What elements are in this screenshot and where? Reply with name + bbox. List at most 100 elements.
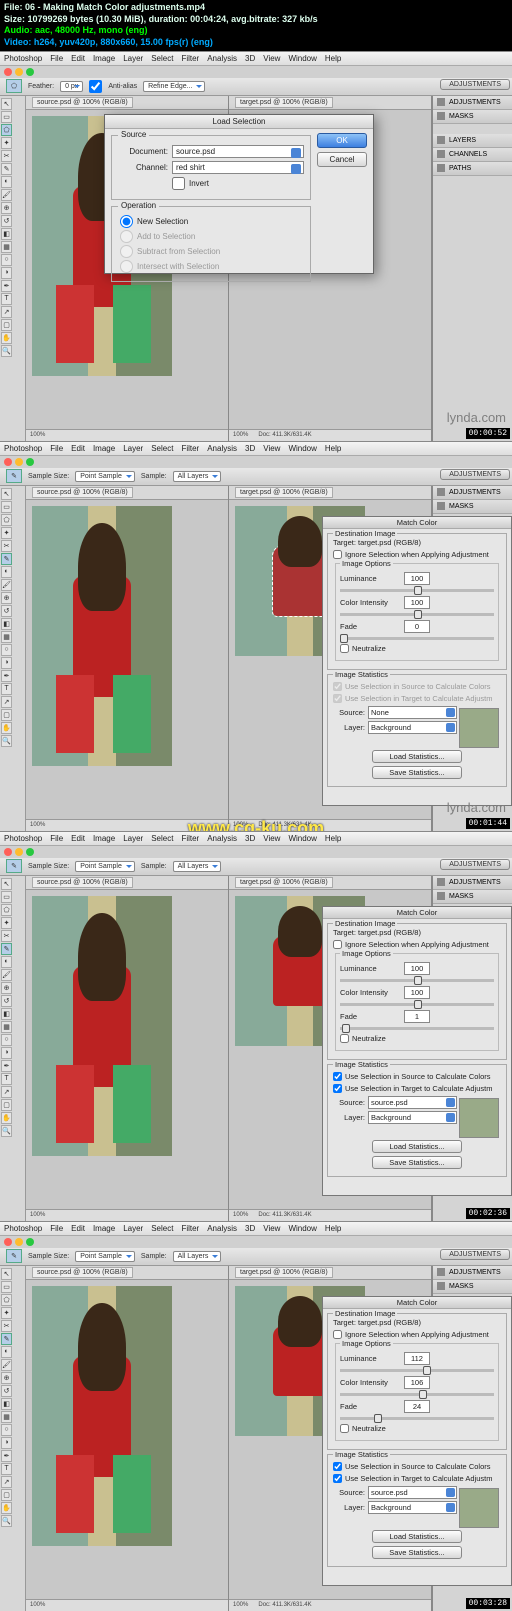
shape-tool[interactable]: ▢: [1, 319, 12, 331]
menu-image[interactable]: Image: [93, 54, 115, 63]
color-intensity-input[interactable]: 100: [404, 596, 430, 609]
target-tab[interactable]: target.psd @ 100% (RGB/8): [235, 97, 333, 108]
neutralize-checkbox[interactable]: [340, 644, 349, 653]
ignore-selection-checkbox[interactable]: [333, 550, 342, 559]
source-tab[interactable]: source.psd @ 100% (RGB/8): [32, 97, 133, 108]
eraser-tool[interactable]: ◧: [1, 228, 12, 240]
panel-channels[interactable]: CHANNELS: [433, 148, 512, 162]
menu-3d[interactable]: 3D: [245, 54, 255, 63]
video-line: Video: h264, yuv420p, 880x660, 15.00 fps…: [4, 37, 508, 49]
op-add-radio: [120, 230, 133, 243]
menu-window[interactable]: Window: [288, 54, 316, 63]
luminance-slider[interactable]: [340, 589, 494, 592]
channels-icon: [437, 150, 445, 158]
hand-tool[interactable]: ✋: [1, 332, 12, 344]
match-color-dialog-4: Match Color Destination Image Target: ta…: [322, 1296, 512, 1586]
wand-tool[interactable]: ✦: [1, 137, 12, 149]
fade-slider[interactable]: [340, 637, 494, 640]
paths-icon: [437, 164, 445, 172]
crop-tool[interactable]: ✂: [1, 150, 12, 162]
size-line: Size: 10799269 bytes (10.30 MiB), durati…: [4, 14, 508, 26]
menu-view[interactable]: View: [263, 54, 280, 63]
move-tool[interactable]: ↖: [1, 98, 12, 110]
panel-layers[interactable]: LAYERS: [433, 134, 512, 148]
minimize-icon[interactable]: [15, 68, 23, 76]
heal-tool[interactable]: ◐: [1, 176, 12, 188]
luminance-input[interactable]: 100: [404, 572, 430, 585]
zoom-tool[interactable]: 🔍: [1, 345, 12, 357]
adjustments-button[interactable]: ADJUSTMENTS: [440, 79, 510, 90]
close-icon[interactable]: [4, 68, 12, 76]
match-color-dialog-3: Match Color Destination Image Target: ta…: [322, 906, 512, 1196]
invert-checkbox[interactable]: [172, 177, 185, 190]
stamp-tool[interactable]: ⊕: [1, 202, 12, 214]
operation-group-label: Operation: [118, 201, 159, 210]
save-stats-button[interactable]: Save Statistics...: [372, 766, 462, 779]
channel-dropdown[interactable]: red shirt: [172, 161, 304, 174]
use-tgt-sel-checkbox: [333, 694, 342, 703]
antialias-checkbox[interactable]: [89, 80, 102, 93]
zoom-icon[interactable]: [26, 68, 34, 76]
menu-help[interactable]: Help: [325, 54, 341, 63]
menu-layer[interactable]: Layer: [123, 54, 143, 63]
stats-source-dropdown[interactable]: None: [368, 706, 457, 719]
gradient-tool[interactable]: ▦: [1, 241, 12, 253]
zoom-level: 100%: [30, 432, 45, 438]
document-dropdown[interactable]: source.psd: [172, 145, 304, 158]
media-info: File: 06 - Making Match Color adjustment…: [0, 0, 512, 51]
audio-line: Audio: aac, 48000 Hz, mono (eng): [4, 25, 508, 37]
cancel-button[interactable]: Cancel: [317, 152, 367, 167]
doc-size: Doc: 411.3K/631.4K: [258, 432, 311, 438]
menu-bar: Photoshop File Edit Image Layer Select F…: [0, 52, 512, 66]
brand-watermark: lynda.com: [447, 410, 506, 425]
preview-thumbnail: [459, 708, 499, 748]
op-int-radio: [120, 260, 133, 273]
menu-select[interactable]: Select: [151, 54, 173, 63]
type-tool[interactable]: T: [1, 293, 12, 305]
feather-label: Feather:: [28, 83, 54, 90]
color-intensity-slider[interactable]: [340, 613, 494, 616]
menu-analysis[interactable]: Analysis: [207, 54, 237, 63]
op-new-radio[interactable]: [120, 215, 133, 228]
source-group-label: Source: [118, 130, 149, 139]
lasso-tool[interactable]: ⬠: [1, 124, 12, 136]
history-tool[interactable]: ↺: [1, 215, 12, 227]
eyedropper-tool[interactable]: ✎: [1, 163, 12, 175]
panel-masks[interactable]: MASKS: [433, 110, 512, 124]
frame-3: PhotoshopFileEditImageLayerSelectFilterA…: [0, 831, 512, 1221]
pen-tool[interactable]: ✒: [1, 280, 12, 292]
dodge-tool[interactable]: ◑: [1, 267, 12, 279]
stats-layer-dropdown[interactable]: Background: [368, 721, 457, 734]
menu-filter[interactable]: Filter: [181, 54, 199, 63]
menu-edit[interactable]: Edit: [71, 54, 85, 63]
match-color-title: Match Color: [323, 517, 511, 529]
eyedropper-tool-icon[interactable]: ✎: [6, 469, 22, 483]
sample-size-dropdown[interactable]: Point Sample: [75, 471, 135, 482]
panel-adjustments[interactable]: ADJUSTMENTS: [433, 96, 512, 110]
refine-edge-button[interactable]: Refine Edge...: [143, 81, 205, 92]
sample-dropdown[interactable]: All Layers: [173, 471, 222, 482]
adjustments-icon: [437, 98, 445, 106]
layers-icon: [437, 136, 445, 144]
frame-1: Photoshop File Edit Image Layer Select F…: [0, 51, 512, 441]
panel-paths[interactable]: PATHS: [433, 162, 512, 176]
op-sub-radio: [120, 245, 133, 258]
frame-4: PhotoshopFileEditImageLayerSelectFilterA…: [0, 1221, 512, 1611]
load-selection-dialog: Load Selection OK Cancel Source Document…: [104, 114, 374, 274]
dialog-title: Load Selection: [105, 115, 373, 129]
tool-palette: ↖▭ ⬠✦ ✂✎ ◐🖌 ⊕↺ ◧▦ ○◑ ✒T ↗▢ ✋🔍: [0, 96, 26, 441]
menu-file[interactable]: File: [50, 54, 63, 63]
fade-input[interactable]: 0: [404, 620, 430, 633]
lasso-tool-icon[interactable]: ⬠: [6, 79, 22, 93]
right-panels: ADJUSTMENTS MASKS LAYERS CHANNELS PATHS: [432, 96, 512, 441]
path-tool[interactable]: ↗: [1, 306, 12, 318]
feather-input[interactable]: 0 px: [60, 81, 83, 92]
ok-button[interactable]: OK: [317, 133, 367, 148]
brush-tool[interactable]: 🖌: [1, 189, 12, 201]
menu-photoshop[interactable]: Photoshop: [4, 54, 42, 63]
marquee-tool[interactable]: ▭: [1, 111, 12, 123]
blur-tool[interactable]: ○: [1, 254, 12, 266]
options-bar: ⬠ Feather: 0 px Anti-alias Refine Edge..…: [0, 78, 512, 96]
masks-icon: [437, 112, 445, 120]
load-stats-button[interactable]: Load Statistics...: [372, 750, 462, 763]
